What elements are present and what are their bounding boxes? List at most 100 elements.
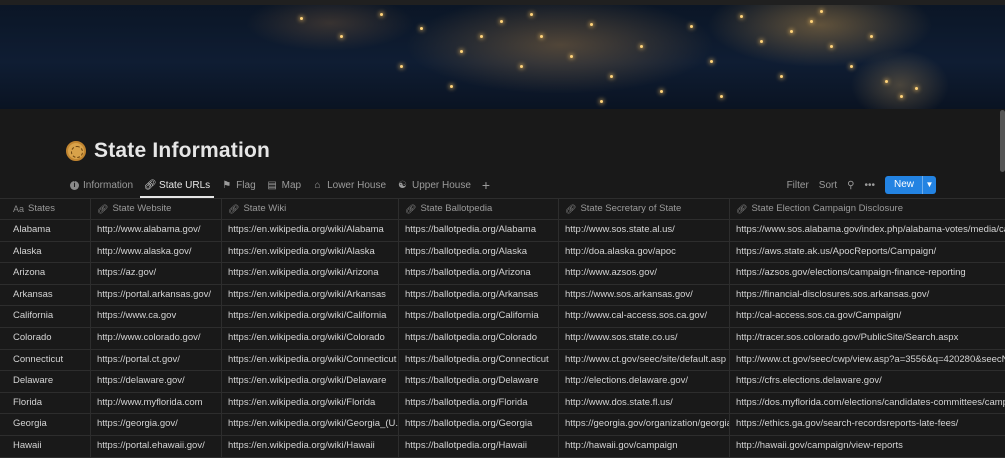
- tab-state-urls[interactable]: 🔗︎ State URLs: [140, 176, 215, 198]
- state-ballotpedia-cell[interactable]: https://ballotpedia.org/Connecticut: [399, 349, 559, 371]
- state-wiki-cell[interactable]: https://en.wikipedia.org/wiki/Colorado: [222, 327, 399, 349]
- campaign-disclosure-cell[interactable]: https://aws.state.ak.us/ApocReports/Camp…: [730, 242, 1005, 263]
- column-header-campaign-disclosure[interactable]: 🔗︎ State Election Campaign Disclosure: [730, 199, 1005, 219]
- sort-button[interactable]: Sort: [819, 180, 837, 191]
- state-name-cell[interactable]: Alaska: [0, 241, 91, 263]
- state-website-cell[interactable]: https://georgia.gov/: [91, 414, 222, 435]
- state-website-cell[interactable]: https://az.gov/: [91, 263, 222, 284]
- state-website-cell[interactable]: http://www.alaska.gov/: [91, 241, 222, 263]
- campaign-disclosure-cell[interactable]: https://azsos.gov/elections/campaign-fin…: [730, 263, 1005, 284]
- state-website-cell[interactable]: https://www.ca.gov: [91, 306, 222, 327]
- state-name-cell[interactable]: Delaware: [0, 371, 91, 392]
- table-row[interactable]: Georgia https://georgia.gov/https://en.wi…: [0, 414, 1005, 436]
- secretary-of-state-cell[interactable]: http://elections.delaware.gov/: [559, 371, 730, 392]
- column-header-states[interactable]: Aa States: [0, 199, 91, 219]
- table-row[interactable]: California https://www.ca.gov https://en.w…: [0, 306, 1005, 328]
- secretary-of-state-cell[interactable]: http://www.sos.state.al.us/: [559, 220, 730, 241]
- table-row[interactable]: Arizona https://az.gov/https://en.wikiped…: [0, 263, 1005, 285]
- add-view-button[interactable]: +: [478, 176, 494, 194]
- state-wiki-cell[interactable]: https://en.wikipedia.org/wiki/Hawaii: [222, 435, 399, 457]
- globe-icon: [66, 141, 86, 161]
- state-name-cell[interactable]: Arkansas: [0, 284, 91, 306]
- table-row[interactable]: Florida http://www.myflorida.com https://e…: [0, 392, 1005, 415]
- tab-label: Lower House: [327, 179, 386, 191]
- tab-map[interactable]: ▤ Map: [263, 176, 305, 194]
- tab-upper-house[interactable]: ☯ Upper House: [393, 176, 475, 194]
- column-header-state-website[interactable]: 🔗︎ State Website: [91, 199, 222, 219]
- campaign-disclosure-cell[interactable]: https://financial-disclosures.sos.arkans…: [730, 285, 1005, 306]
- table-row[interactable]: Hawaii https://portal.ehawaii.gov/https:/…: [0, 435, 1005, 458]
- secretary-of-state-cell[interactable]: http://www.azsos.gov/: [559, 263, 730, 284]
- state-wiki-cell[interactable]: https://en.wikipedia.org/wiki/Florida: [222, 392, 399, 414]
- state-wiki-cell[interactable]: https://en.wikipedia.org/wiki/Delaware: [222, 371, 399, 392]
- filter-button[interactable]: Filter: [787, 180, 809, 191]
- state-ballotpedia-cell[interactable]: https://ballotpedia.org/Hawaii: [399, 435, 559, 457]
- secretary-of-state-cell[interactable]: http://www.ct.gov/seec/site/default.asp: [559, 349, 730, 371]
- secretary-of-state-cell[interactable]: http://www.cal-access.sos.ca.gov/: [559, 306, 730, 327]
- state-wiki-cell[interactable]: https://en.wikipedia.org/wiki/Arizona: [222, 263, 399, 284]
- state-website-cell[interactable]: https://portal.arkansas.gov/: [91, 284, 222, 306]
- state-wiki-cell[interactable]: https://en.wikipedia.org/wiki/Georgia_(U…: [222, 414, 399, 435]
- table-row[interactable]: Delaware https://delaware.gov/https://en.…: [0, 371, 1005, 393]
- state-ballotpedia-cell[interactable]: https://ballotpedia.org/Delaware: [399, 371, 559, 392]
- state-website-cell[interactable]: https://delaware.gov/: [91, 371, 222, 392]
- state-name-cell[interactable]: Hawaii: [0, 435, 91, 457]
- campaign-disclosure-cell[interactable]: https://www.sos.alabama.gov/index.php/al…: [730, 220, 1005, 241]
- campaign-disclosure-cell[interactable]: https://cfrs.elections.delaware.gov/: [730, 371, 1005, 392]
- column-header-state-ballotpedia[interactable]: 🔗︎ State Ballotpedia: [399, 199, 559, 219]
- secretary-of-state-cell[interactable]: http://www.sos.state.co.us/: [559, 327, 730, 349]
- state-wiki-cell[interactable]: https://en.wikipedia.org/wiki/Alaska: [222, 241, 399, 263]
- state-name-cell[interactable]: California: [0, 306, 91, 327]
- secretary-of-state-cell[interactable]: https://www.sos.arkansas.gov/: [559, 284, 730, 306]
- scrollbar[interactable]: [1000, 110, 1005, 172]
- state-ballotpedia-cell[interactable]: https://ballotpedia.org/Arizona: [399, 263, 559, 284]
- column-header-state-wiki[interactable]: 🔗︎ State Wiki: [222, 199, 399, 219]
- tab-flag[interactable]: ⚑ Flag: [217, 176, 259, 194]
- secretary-of-state-cell[interactable]: http://hawaii.gov/campaign: [559, 435, 730, 457]
- state-ballotpedia-cell[interactable]: https://ballotpedia.org/Arkansas: [399, 284, 559, 306]
- state-ballotpedia-cell[interactable]: https://ballotpedia.org/Florida: [399, 392, 559, 414]
- state-name-cell[interactable]: Arizona: [0, 263, 91, 284]
- table-row[interactable]: Alabama http://www.alabama.gov/https://en…: [0, 220, 1005, 242]
- column-header-secretary-of-state[interactable]: 🔗︎ State Secretary of State: [559, 199, 730, 219]
- state-wiki-cell[interactable]: https://en.wikipedia.org/wiki/Alabama: [222, 220, 399, 241]
- state-wiki-cell[interactable]: https://en.wikipedia.org/wiki/Arkansas: [222, 284, 399, 306]
- state-ballotpedia-cell[interactable]: https://ballotpedia.org/Alabama: [399, 220, 559, 241]
- campaign-disclosure-cell[interactable]: http://tracer.sos.colorado.gov/PublicSit…: [730, 328, 1005, 349]
- state-name-cell[interactable]: Florida: [0, 392, 91, 414]
- campaign-disclosure-cell[interactable]: http://hawaii.gov/campaign/view-reports: [730, 436, 1005, 457]
- tab-lower-house[interactable]: ⌂ Lower House: [308, 176, 390, 194]
- secretary-of-state-cell[interactable]: http://www.dos.state.fl.us/: [559, 392, 730, 414]
- state-website-cell[interactable]: https://portal.ehawaii.gov/: [91, 435, 222, 457]
- campaign-disclosure-cell[interactable]: https://ethics.ga.gov/search-recordsrepo…: [730, 414, 1005, 435]
- state-ballotpedia-cell[interactable]: https://ballotpedia.org/Colorado: [399, 327, 559, 349]
- state-wiki-cell[interactable]: https://en.wikipedia.org/wiki/California: [222, 306, 399, 327]
- more-icon[interactable]: •••: [864, 180, 875, 191]
- campaign-disclosure-cell[interactable]: http://cal-access.sos.ca.gov/Campaign/: [730, 306, 1005, 327]
- table-row[interactable]: Colorado http://www.colorado.gov/https://…: [0, 327, 1005, 350]
- state-ballotpedia-cell[interactable]: https://ballotpedia.org/California: [399, 306, 559, 327]
- state-name-cell[interactable]: Georgia: [0, 414, 91, 435]
- campaign-disclosure-cell[interactable]: https://dos.myflorida.com/elections/cand…: [730, 393, 1005, 414]
- search-icon[interactable]: ⚲: [847, 180, 854, 191]
- state-name-cell[interactable]: Alabama: [0, 220, 91, 241]
- state-website-cell[interactable]: http://www.alabama.gov/: [91, 220, 222, 241]
- state-website-cell[interactable]: https://portal.ct.gov/: [91, 349, 222, 371]
- state-ballotpedia-cell[interactable]: https://ballotpedia.org/Georgia: [399, 414, 559, 435]
- state-website-cell[interactable]: http://www.colorado.gov/: [91, 327, 222, 349]
- table-row[interactable]: Alaska http://www.alaska.gov/https://en.w…: [0, 241, 1005, 264]
- campaign-disclosure-cell[interactable]: http://www.ct.gov/seec/cwp/view.asp?a=35…: [730, 350, 1005, 371]
- state-website-cell[interactable]: http://www.myflorida.com: [91, 392, 222, 414]
- tab-information[interactable]: i Information: [66, 176, 137, 194]
- table-row[interactable]: Arkansas https://portal.arkansas.gov/http…: [0, 284, 1005, 307]
- state-wiki-cell[interactable]: https://en.wikipedia.org/wiki/Connecticu…: [222, 349, 399, 371]
- state-name-cell[interactable]: Connecticut: [0, 349, 91, 371]
- chevron-down-icon[interactable]: ▼: [922, 176, 936, 194]
- link-icon: 🔗︎: [565, 204, 577, 214]
- secretary-of-state-cell[interactable]: https://georgia.gov/organization/georgia…: [559, 414, 730, 435]
- state-ballotpedia-cell[interactable]: https://ballotpedia.org/Alaska: [399, 241, 559, 263]
- new-button[interactable]: New ▼: [884, 176, 936, 194]
- state-name-cell[interactable]: Colorado: [0, 327, 91, 349]
- table-row[interactable]: Connecticut https://portal.ct.gov/https:/…: [0, 349, 1005, 372]
- secretary-of-state-cell[interactable]: http://doa.alaska.gov/apoc: [559, 241, 730, 263]
